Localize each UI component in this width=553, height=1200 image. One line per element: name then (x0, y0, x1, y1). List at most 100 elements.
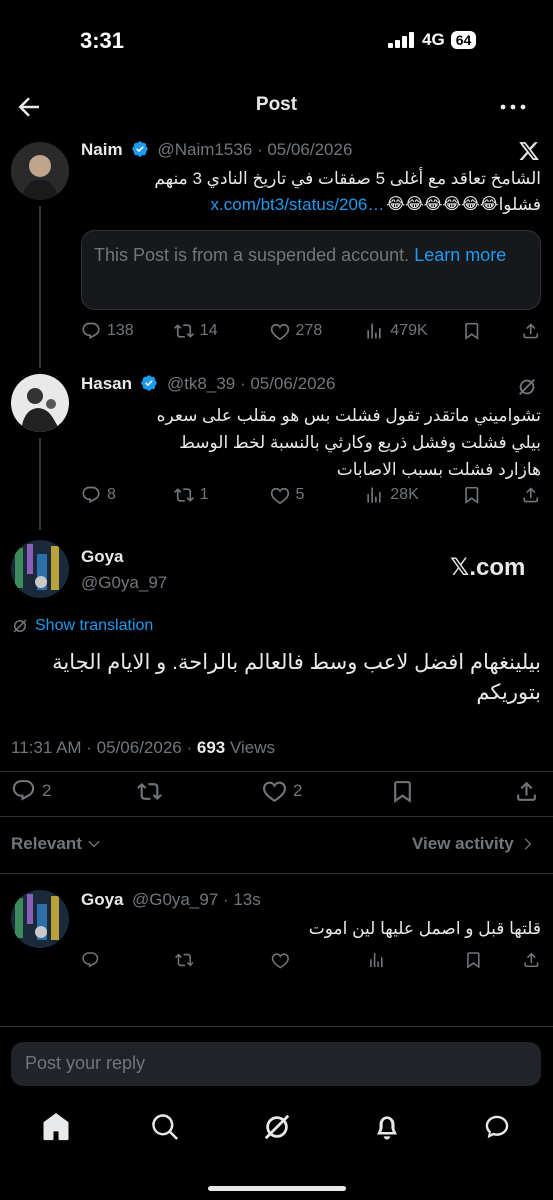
tweet-text-line-2: x.com/bt3/status/206… 😂😂😂😂😂😂 فشلوا (81, 192, 541, 217)
reply-button[interactable]: 138 (81, 321, 174, 341)
heart-icon (263, 781, 286, 802)
status-indicators: 4G 64 (388, 30, 477, 50)
tweet-words: فشلوا (498, 195, 541, 214)
repost-button[interactable]: 14 (173, 321, 270, 341)
reply-icon (82, 486, 100, 504)
repost-count: 1 (199, 486, 209, 503)
views-chart-icon[interactable] (367, 950, 386, 970)
bookmark-icon[interactable] (464, 950, 483, 970)
reply-count: 138 (107, 322, 134, 339)
repost-button[interactable]: 1 (173, 485, 270, 505)
views-count: 693 (196, 738, 226, 757)
reply-header: Goya @G0ya_97 · 13s (81, 890, 261, 910)
avatar-naim[interactable] (11, 142, 69, 200)
thread-line (39, 438, 41, 530)
views-chart-icon (367, 487, 381, 503)
tweet-text-line: الشامخ تعاقد مع أغلى 5 صفقات في تاريخ ال… (154, 169, 541, 188)
reply-count: 8 (107, 486, 116, 503)
thread-line (39, 206, 41, 368)
show-translation-button[interactable]: Show translation (11, 617, 153, 635)
reply-button[interactable]: 8 (81, 485, 174, 505)
card-text: This Post is from a suspended account. (94, 245, 410, 265)
reply-button[interactable]: 2 (11, 778, 51, 803)
divider (0, 873, 553, 874)
view-activity-link[interactable]: View activity (412, 834, 536, 854)
sort-label: Relevant (11, 834, 82, 853)
like-button[interactable]: 5 (270, 485, 365, 505)
views-count: 479K (390, 322, 428, 339)
bookmark-icon[interactable] (462, 485, 482, 505)
heart-icon[interactable] (271, 950, 290, 970)
tweet-actions: 8 1 5 28K (81, 485, 541, 505)
share-icon[interactable] (521, 321, 541, 341)
views-chart-icon (367, 323, 381, 339)
share-icon[interactable] (522, 950, 541, 970)
tweet-header: Hasan @tk8_39 · 05/06/2026 (81, 374, 335, 394)
share-icon[interactable] (514, 779, 539, 804)
repost-count: 14 (199, 322, 218, 339)
bookmark-icon[interactable] (390, 779, 415, 804)
grok-translate-icon[interactable] (516, 376, 538, 398)
battery-indicator: 64 (450, 31, 477, 49)
network-type: 4G (422, 30, 445, 49)
author-handle-time: @G0ya_97 · 13s (131, 890, 261, 909)
reply-icon[interactable] (81, 950, 100, 970)
like-button[interactable]: 2 (262, 778, 302, 803)
reply-icon (12, 780, 35, 801)
signal-icon (388, 32, 414, 48)
suspended-post-card[interactable]: This Post is from a suspended account. L… (81, 230, 541, 310)
verified-badge-icon (141, 375, 158, 391)
avatar-hasan[interactable] (11, 374, 69, 432)
home-indicator (208, 1186, 346, 1191)
reply-input[interactable]: Post your reply (11, 1042, 541, 1086)
main-tweet-actions: 2 2 (0, 778, 553, 806)
home-icon[interactable] (41, 1112, 71, 1142)
bottom-nav (0, 1108, 553, 1148)
like-count: 278 (295, 322, 323, 339)
search-icon[interactable] (150, 1112, 180, 1142)
tweet-text-line: بتوريكم (476, 681, 541, 704)
repost-icon[interactable] (137, 779, 162, 804)
author-handle: @G0ya_97 (81, 573, 168, 592)
views-button[interactable]: 28K (364, 485, 462, 505)
share-icon[interactable] (521, 485, 541, 505)
page-title: Post (255, 94, 298, 115)
like-count: 2 (293, 780, 303, 800)
avatar-goya[interactable] (11, 890, 69, 948)
tweet-header: Naim @Naim1536 · 05/06/2026 (81, 140, 352, 160)
repost-icon[interactable] (174, 950, 194, 970)
repost-icon (173, 324, 194, 338)
views-label: Views (229, 738, 276, 757)
views-button[interactable]: 479K (364, 321, 462, 341)
more-options-icon[interactable] (498, 95, 528, 119)
grok-translate-icon (13, 619, 27, 633)
timestamp[interactable]: 11:31 AM · 05/06/2026 · (11, 738, 192, 757)
repost-icon (173, 488, 194, 502)
tweet-text-line: هازارد فشلت بسبب الاصابات (336, 460, 541, 479)
reply-count: 2 (42, 780, 52, 800)
tweet-emoji: 😂😂😂😂😂😂 (386, 196, 499, 213)
divider (0, 771, 553, 772)
author-name[interactable]: Goya (81, 547, 124, 567)
x-watermark: 𝕏.com (450, 554, 526, 581)
status-time: 3:31 (80, 28, 125, 53)
tweet-actions: 138 14 278 479K (81, 321, 541, 341)
messages-icon[interactable] (482, 1112, 512, 1142)
author-name[interactable]: Naim (81, 140, 123, 159)
author-name[interactable]: Goya (81, 890, 124, 909)
sort-relevant-dropdown[interactable]: Relevant (11, 834, 102, 854)
grok-icon[interactable] (262, 1112, 292, 1142)
author-handle-date: @Naim1536 · 05/06/2026 (157, 140, 353, 159)
main-tweet-text: بيلينغهام افضل لاعب وسط فالعالم بالراحة.… (11, 648, 541, 708)
view-activity-label: View activity (412, 834, 514, 853)
like-button[interactable]: 278 (270, 321, 365, 341)
learn-more-link[interactable]: Learn more (414, 245, 506, 265)
author-name[interactable]: Hasan (81, 374, 132, 393)
tweet-link[interactable]: x.com/bt3/status/206… (211, 192, 385, 217)
divider (0, 816, 553, 817)
avatar-goya[interactable] (11, 540, 69, 598)
heart-icon (270, 487, 289, 505)
bookmark-icon[interactable] (462, 321, 482, 341)
reply-text: قلتها قبل و اصمل عليها لين اموت (308, 919, 541, 938)
notifications-bell-icon[interactable] (372, 1112, 402, 1142)
